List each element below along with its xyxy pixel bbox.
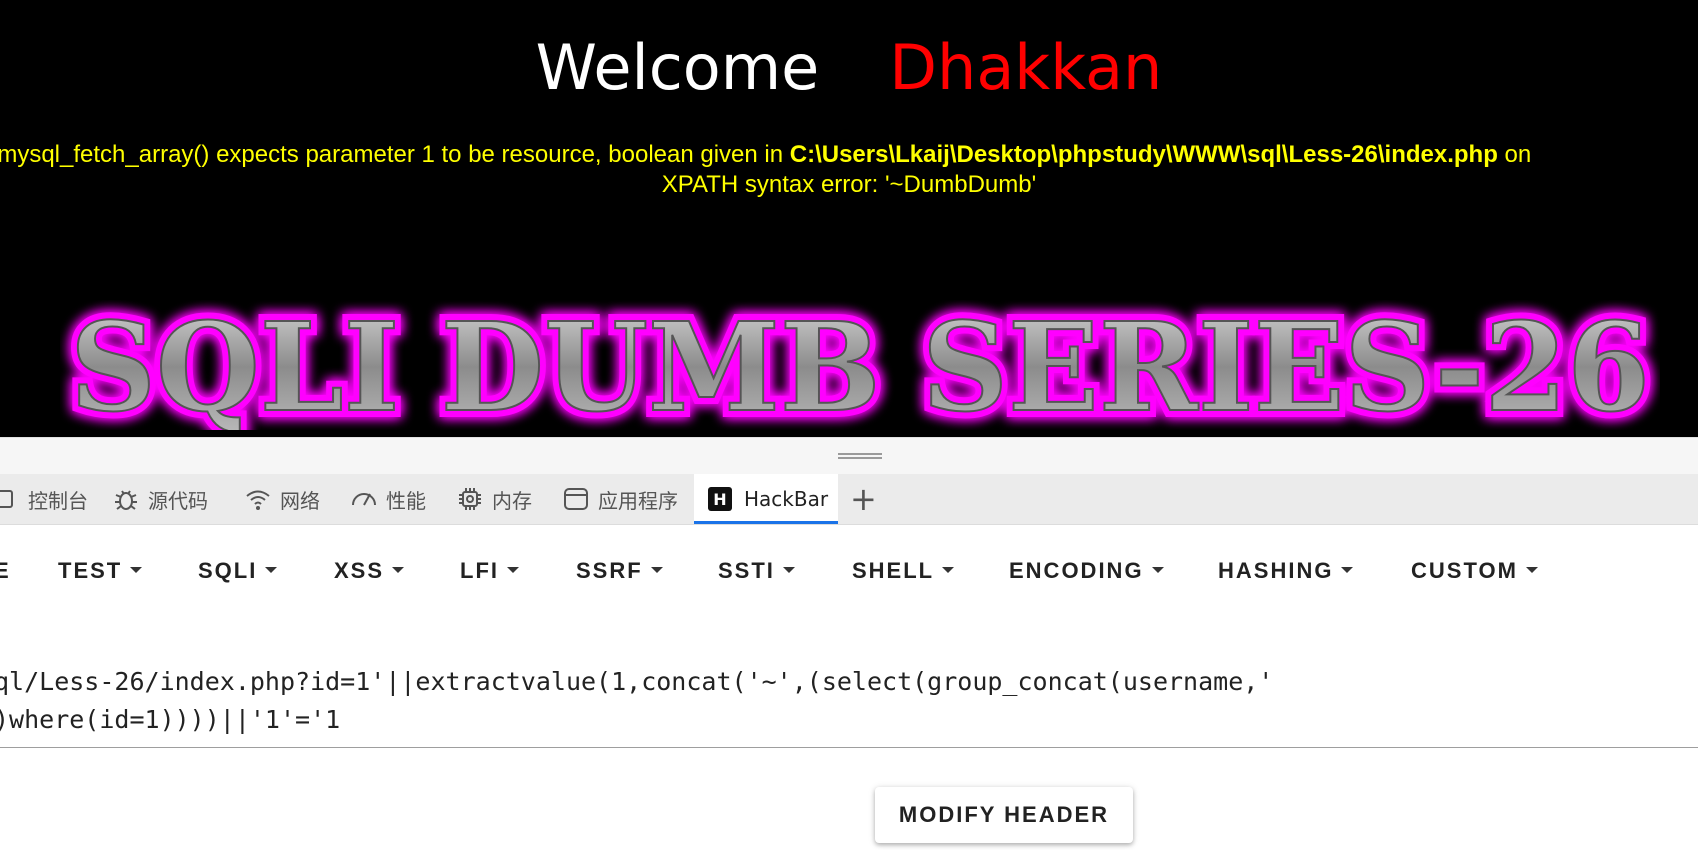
tab-application-label: 应用程序 <box>598 488 678 513</box>
tab-memory[interactable]: 内存 <box>456 474 532 524</box>
banner-text: SQLI DUMB SERIES-26 <box>70 300 1650 430</box>
menu-xss-label: XSS <box>334 558 385 583</box>
tab-sources[interactable]: 源代码 <box>112 474 208 524</box>
url-textarea[interactable]: ql/Less-26/index.php?id=1'||extractvalue… <box>0 663 1273 739</box>
caret-down-icon <box>1341 567 1354 574</box>
devtools-tabbar: 控制台 源代码 网络 性能 内存 应用程序 H HackBar + <box>0 474 1698 525</box>
caret-down-icon <box>1151 567 1164 574</box>
menu-ssti-label: SSTI <box>718 558 775 583</box>
caret-down-icon <box>130 567 143 574</box>
menu-sqli-label: SQLI <box>198 558 258 583</box>
chip-icon <box>459 488 481 510</box>
tab-memory-label: 内存 <box>492 488 532 513</box>
tab-network[interactable]: 网络 <box>244 474 320 524</box>
menu-custom[interactable]: CUSTOM <box>1411 551 1538 591</box>
menu-xss[interactable]: XSS <box>334 551 405 591</box>
modify-header-button[interactable]: MODIFY HEADER <box>875 787 1133 843</box>
url-input-underline <box>0 747 1698 748</box>
menu-ssrf-label: SSRF <box>576 558 643 583</box>
tab-network-label: 网络 <box>280 488 320 513</box>
menu-hashing-label: HASHING <box>1218 558 1334 583</box>
url-line-1: ql/Less-26/index.php?id=1'||extractvalue… <box>0 667 1274 696</box>
caret-down-icon <box>942 567 955 574</box>
welcome-heading: Welcome Dhakkan <box>0 28 1698 108</box>
tab-hackbar-label: HackBar <box>744 487 829 511</box>
menu-custom-label: CUSTOM <box>1411 558 1518 583</box>
gauge-icon <box>352 493 376 506</box>
menu-ssrf[interactable]: SSRF <box>576 551 663 591</box>
bug-icon <box>115 490 137 510</box>
menu-hashing[interactable]: HASHING <box>1218 551 1354 591</box>
menu-shell[interactable]: SHELL <box>852 551 955 591</box>
warning-suffix: on <box>1497 141 1532 168</box>
tab-performance-label: 性能 <box>386 488 426 513</box>
menu-test-label: TEST <box>58 558 123 583</box>
menu-shell-label: SHELL <box>852 558 935 583</box>
series-banner: SQLI DUMB SERIES-26 SQLI DUMB SERIES-26 <box>63 300 1657 430</box>
tab-application[interactable]: 应用程序 <box>562 474 678 524</box>
tab-console[interactable]: 控制台 <box>0 474 88 524</box>
hackbar-icon: H <box>708 487 732 511</box>
php-warning: ing: mysql_fetch_array() expects paramet… <box>0 138 1698 172</box>
window-icon <box>564 488 588 510</box>
menu-item-cut[interactable]: E <box>0 551 11 591</box>
tab-console-label: 控制台 <box>28 488 88 513</box>
url-line-2: )where(id=1))))||'1'='1 <box>0 705 341 734</box>
hackbar-panel: E TEST SQLI XSS LFI SSRF SSTI SHELL ENCO… <box>0 525 1698 850</box>
tab-sources-label: 源代码 <box>148 488 208 513</box>
menu-encoding[interactable]: ENCODING <box>1009 551 1164 591</box>
xpath-error: XPATH syntax error: '~DumbDumb' <box>661 171 1037 198</box>
caret-down-icon <box>650 567 663 574</box>
warning-file-path: C:\Users\Lkaij\Desktop\phpstudy\WWW\sql\… <box>789 141 1498 168</box>
sqli-page: Welcome Dhakkan ing: mysql_fetch_array() … <box>0 0 1698 437</box>
warning-message: : mysql_fetch_array() expects parameter … <box>0 141 790 168</box>
menu-sqli[interactable]: SQLI <box>198 551 278 591</box>
user-name: Dhakkan <box>889 31 1163 104</box>
caret-down-icon <box>265 567 278 574</box>
tab-hackbar[interactable]: H HackBar <box>694 474 838 524</box>
tab-performance[interactable]: 性能 <box>350 474 426 524</box>
hackbar-menu: E TEST SQLI XSS LFI SSRF SSTI SHELL ENCO… <box>0 551 1698 591</box>
caret-down-icon <box>392 567 405 574</box>
add-tab-button[interactable]: + <box>850 474 877 524</box>
console-icon <box>0 490 13 508</box>
menu-lfi-label: LFI <box>460 558 499 583</box>
menu-encoding-label: ENCODING <box>1009 558 1144 583</box>
caret-down-icon <box>782 567 795 574</box>
caret-down-icon <box>507 567 519 574</box>
devtools-resize-handle[interactable] <box>0 437 1698 475</box>
menu-test[interactable]: TEST <box>58 551 143 591</box>
menu-ssti[interactable]: SSTI <box>718 551 795 591</box>
grip-icon <box>838 453 882 459</box>
wifi-icon <box>246 490 270 510</box>
caret-down-icon <box>1525 567 1538 574</box>
menu-lfi[interactable]: LFI <box>460 551 519 591</box>
welcome-text: Welcome <box>535 31 820 104</box>
